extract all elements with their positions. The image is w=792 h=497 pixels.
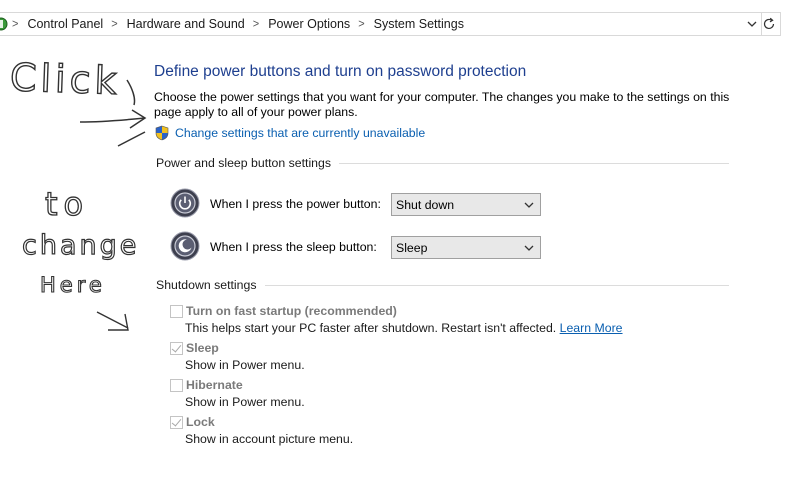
uac-shield-icon	[155, 125, 169, 141]
power-button-row	[170, 188, 200, 218]
annotation-change: change	[22, 230, 139, 261]
breadcrumb: > Control Panel > Hardware and Sound > P…	[12, 13, 464, 35]
lock-checkbox[interactable]	[170, 416, 183, 429]
hibernate-option-description: Show in Power menu.	[185, 395, 305, 409]
annotation-here: Here	[40, 273, 106, 297]
fast-startup-desc-text: This helps start your PC faster after sh…	[185, 321, 557, 335]
power-icon	[170, 188, 200, 218]
refresh-icon[interactable]	[763, 17, 776, 31]
change-settings-link-row[interactable]: Change settings that are currently unava…	[154, 125, 425, 141]
sleep-button-select[interactable]: Sleep	[391, 236, 541, 259]
sleep-button-row	[170, 231, 200, 261]
sleep-option-label: Sleep	[186, 341, 219, 355]
hibernate-checkbox[interactable]	[170, 379, 183, 392]
sleep-button-label: When I press the sleep button:	[210, 240, 377, 254]
lock-option-label: Lock	[186, 415, 215, 429]
address-bar-divider	[761, 13, 762, 35]
sleep-button-value: Sleep	[396, 240, 428, 255]
sleep-checkbox-row	[170, 342, 183, 355]
power-button-label: When I press the power button:	[210, 197, 381, 211]
chevron-down-icon[interactable]	[746, 17, 758, 31]
sleep-icon	[170, 231, 200, 261]
breadcrumb-system-settings[interactable]: System Settings	[374, 17, 464, 31]
chevron-down-icon	[524, 202, 534, 208]
sleep-checkbox[interactable]	[170, 342, 183, 355]
power-button-select[interactable]: Shut down	[391, 193, 541, 216]
breadcrumb-separator[interactable]: >	[253, 17, 259, 30]
chevron-down-icon	[524, 245, 534, 251]
breadcrumb-separator[interactable]: >	[111, 17, 117, 30]
learn-more-link[interactable]: Learn More	[560, 321, 623, 335]
breadcrumb-control-panel[interactable]: Control Panel	[27, 17, 103, 31]
section-divider	[320, 163, 729, 164]
breadcrumb-separator: >	[12, 17, 19, 31]
lock-checkbox-row	[170, 416, 183, 429]
control-panel-icon	[0, 17, 8, 31]
page-title: Define power buttons and turn on passwor…	[154, 63, 527, 80]
page-description: Choose the power settings that you want …	[154, 90, 730, 119]
fast-startup-label: Turn on fast startup (recommended)	[186, 304, 397, 318]
handwritten-annotation: Click to change Here	[9, 55, 147, 331]
power-section-label: Power and sleep button settings	[156, 156, 340, 170]
fast-startup-checkbox-row	[170, 305, 183, 318]
breadcrumb-hardware-and-sound[interactable]: Hardware and Sound	[127, 17, 245, 31]
breadcrumb-power-options[interactable]: Power Options	[268, 17, 350, 31]
lock-option-description: Show in account picture menu.	[185, 432, 354, 446]
breadcrumb-separator[interactable]: >	[358, 17, 364, 30]
section-divider	[262, 285, 729, 286]
address-bar[interactable]: > Control Panel > Hardware and Sound > P…	[0, 12, 781, 36]
change-settings-link[interactable]: Change settings that are currently unava…	[175, 126, 425, 140]
annotation-click: Click	[9, 55, 121, 103]
hibernate-checkbox-row	[170, 379, 183, 392]
shutdown-section-label: Shutdown settings	[156, 278, 265, 292]
fast-startup-checkbox[interactable]	[170, 305, 183, 318]
sleep-option-description: Show in Power menu.	[185, 358, 305, 372]
annotation-to: to	[45, 185, 89, 223]
hibernate-option-label: Hibernate	[186, 378, 243, 392]
power-button-value: Shut down	[396, 197, 455, 212]
fast-startup-description: This helps start your PC faster after sh…	[185, 321, 623, 335]
